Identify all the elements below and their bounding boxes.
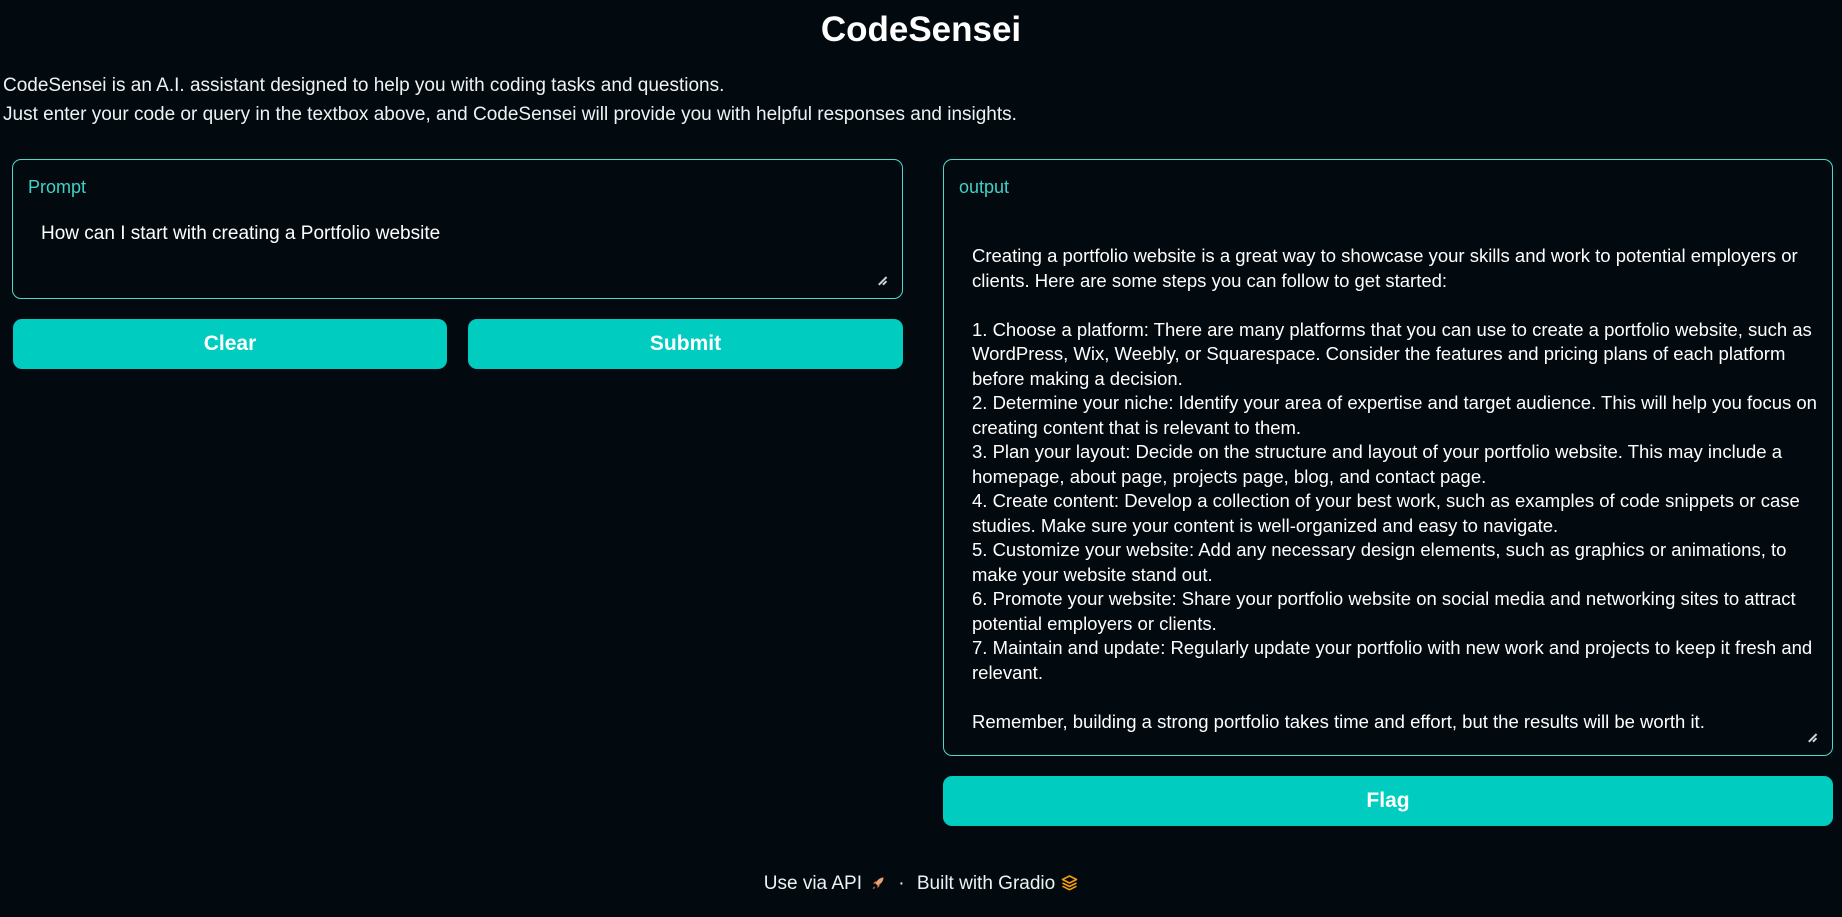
built-with-gradio-label: Built with Gradio <box>916 873 1056 894</box>
description-line-1: CodeSensei is an A.I. assistant designed… <box>3 75 725 96</box>
description-line-2: Just enter your code or query in the tex… <box>3 104 1017 125</box>
use-via-api-link[interactable]: Use via API <box>764 873 886 894</box>
output-textbox[interactable]: output Creating a portfolio website is a… <box>943 159 1833 756</box>
app-root: CodeSensei CodeSensei is an A.I. assista… <box>0 0 1842 917</box>
footer-separator: · <box>898 873 905 894</box>
resize-handle-icon[interactable] <box>1807 732 1816 741</box>
built-with-gradio-link[interactable]: Built with Gradio <box>917 873 1078 894</box>
use-via-api-label: Use via API <box>763 873 862 894</box>
prompt-textbox[interactable]: Prompt How can I start with creating a P… <box>12 159 903 299</box>
prompt-input[interactable]: How can I start with creating a Portfoli… <box>41 222 440 246</box>
output-text[interactable]: Creating a portfolio website is a great … <box>972 244 1817 734</box>
submit-button[interactable]: Submit <box>468 319 903 369</box>
gradio-logo-icon <box>1061 875 1078 891</box>
resize-handle-icon[interactable] <box>877 275 886 284</box>
flag-button[interactable]: Flag <box>943 776 1833 826</box>
footer: Use via API · Built with Gradio <box>0 872 1842 896</box>
prompt-label: Prompt <box>28 177 87 197</box>
app-title: CodeSensei <box>820 10 1022 49</box>
output-label: output <box>959 177 1010 197</box>
clear-button[interactable]: Clear <box>13 319 447 369</box>
rocket-icon <box>872 877 884 889</box>
